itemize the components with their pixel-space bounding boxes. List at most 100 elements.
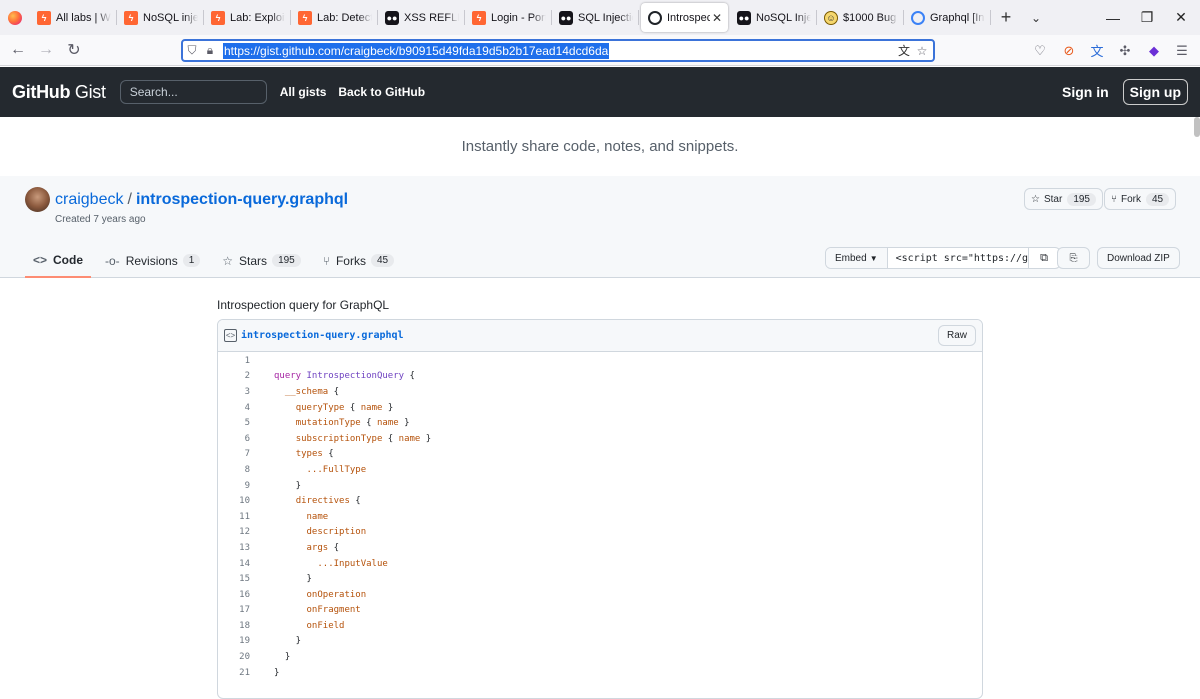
- tab-6[interactable]: ●● SQL Injection: [552, 0, 639, 35]
- embed-dropdown[interactable]: Embed ▼: [826, 248, 888, 268]
- translate-page-icon[interactable]: 文: [895, 42, 913, 59]
- line-number[interactable]: 6: [218, 434, 258, 444]
- line-number[interactable]: 3: [218, 387, 258, 397]
- github-favicon-icon: [648, 10, 662, 25]
- line-number[interactable]: 21: [218, 668, 258, 678]
- raw-button[interactable]: Raw: [937, 325, 976, 346]
- tab-1[interactable]: ϟ NoSQL injection: [117, 0, 204, 35]
- pocket-icon[interactable]: ♡: [1026, 35, 1054, 66]
- line-number[interactable]: 13: [218, 543, 258, 553]
- extension-block-icon[interactable]: ⊘: [1055, 35, 1083, 66]
- tab-list: ϟ All labs | Web ϟ NoSQL injection ϟ Lab: Exp…: [30, 0, 991, 35]
- line-content: directives {: [295, 496, 361, 507]
- close-window-icon[interactable]: ✕: [1162, 0, 1200, 35]
- forward-arrow-icon[interactable]: →: [32, 36, 60, 64]
- url-text[interactable]: https://gist.github.com/craigbeck/b90915…: [223, 42, 610, 59]
- back-arrow-icon[interactable]: ←: [4, 36, 32, 64]
- tab-stars[interactable]: ☆ Stars 195: [214, 243, 308, 278]
- copy-icon[interactable]: ⧉: [1027, 248, 1060, 268]
- code-line: 19 }: [218, 634, 982, 650]
- bookmark-star-icon[interactable]: ☆: [913, 44, 931, 58]
- tab-code[interactable]: <> Code: [25, 243, 92, 278]
- owner-link[interactable]: craigbeck: [55, 191, 123, 208]
- minimize-window-icon[interactable]: —: [1094, 0, 1132, 35]
- tab-forks[interactable]: ⑂ Forks 45: [315, 243, 402, 278]
- line-number[interactable]: 1: [218, 356, 258, 366]
- tracking-shield-icon[interactable]: ⛉: [183, 43, 201, 58]
- sign-up-button[interactable]: Sign up: [1122, 79, 1188, 105]
- line-content: }: [274, 667, 280, 678]
- tab-0[interactable]: ϟ All labs | Web: [30, 0, 117, 35]
- line-number[interactable]: 11: [218, 512, 258, 522]
- tab-2[interactable]: ϟ Lab: Exploiting: [204, 0, 291, 35]
- line-number[interactable]: 10: [218, 496, 258, 506]
- commit-icon: -o-: [105, 253, 120, 268]
- triangle-down-icon: ▼: [869, 253, 878, 263]
- tab-revisions[interactable]: -o- Revisions 1: [97, 243, 208, 278]
- download-zip-button[interactable]: Download ZIP: [1097, 247, 1180, 269]
- restore-window-icon[interactable]: ❐: [1128, 0, 1166, 35]
- line-content: onField: [306, 620, 345, 631]
- fork-button[interactable]: ⑂ Fork 45: [1104, 188, 1177, 210]
- line-number[interactable]: 16: [218, 590, 258, 600]
- line-number[interactable]: 9: [218, 481, 258, 491]
- code-line: 4 queryType { name }: [218, 400, 982, 416]
- line-number[interactable]: 20: [218, 652, 258, 662]
- open-desktop-icon[interactable]: ⎘: [1057, 247, 1090, 269]
- back-to-github-link[interactable]: Back to GitHub: [338, 85, 425, 99]
- close-tab-icon[interactable]: ✕: [712, 11, 722, 25]
- line-number[interactable]: 12: [218, 527, 258, 537]
- line-number[interactable]: 15: [218, 574, 258, 584]
- tab-5[interactable]: ϟ Login - PortS: [465, 0, 552, 35]
- tagline-banner: Instantly share code, notes, and snippet…: [461, 138, 739, 155]
- file-name-link[interactable]: introspection-query.graphql: [241, 330, 404, 341]
- line-content: types {: [295, 449, 334, 460]
- star-button[interactable]: ☆ Star 195: [1024, 188, 1103, 210]
- code-line: 1: [218, 353, 982, 369]
- code-line: 9 }: [218, 478, 982, 494]
- code-line: 16 onOperation: [218, 587, 982, 603]
- list-all-tabs-chevron-icon[interactable]: ⌄: [1021, 0, 1051, 35]
- line-number[interactable]: 7: [218, 449, 258, 459]
- url-bar[interactable]: ⛉ 🔒︎ https://gist.github.com/craigbeck/b…: [181, 39, 935, 62]
- github-gist-logo[interactable]: GitHub Gist: [12, 82, 106, 103]
- page-scrollbar[interactable]: [1194, 117, 1200, 137]
- avatar[interactable]: [25, 187, 50, 212]
- gist-search-input[interactable]: Search...: [119, 80, 267, 104]
- sign-in-link[interactable]: Sign in: [1062, 84, 1109, 100]
- tab-3[interactable]: ϟ Lab: Detecting: [291, 0, 378, 35]
- file-header: <> introspection-query.graphql Raw: [218, 320, 982, 352]
- fork-count: 45: [1146, 192, 1170, 206]
- line-number[interactable]: 5: [218, 418, 258, 428]
- portswigger-favicon-icon: ϟ: [298, 10, 312, 25]
- tab-8[interactable]: ●● NoSQL Inject: [730, 0, 817, 35]
- all-gists-link[interactable]: All gists: [280, 85, 327, 99]
- line-number[interactable]: 4: [218, 403, 258, 413]
- extension-translate-icon[interactable]: 文: [1083, 35, 1111, 66]
- line-number[interactable]: 14: [218, 559, 258, 569]
- app-menu-hamburger-icon[interactable]: ☰: [1168, 35, 1196, 66]
- fork-icon: ⑂: [1111, 193, 1117, 205]
- tab-10[interactable]: Graphql [Inp: [904, 0, 991, 35]
- extension-badge-icon[interactable]: ◆: [1140, 35, 1168, 66]
- firefox-menu-button[interactable]: [0, 0, 30, 35]
- line-number[interactable]: 19: [218, 636, 258, 646]
- line-number[interactable]: 18: [218, 621, 258, 631]
- tab-7[interactable]: Introspect✕: [641, 3, 728, 32]
- tab-4[interactable]: ●● XSS REFLECTED: [378, 0, 465, 35]
- code-listing: 1 2 query IntrospectionQuery {3 __schema {…: [218, 352, 982, 680]
- lock-icon[interactable]: 🔒︎: [201, 43, 219, 58]
- code-line: 20 }: [218, 649, 982, 665]
- line-content: description: [306, 527, 367, 538]
- embed-url-input[interactable]: <script src="https://gist: [888, 248, 1028, 268]
- line-number[interactable]: 8: [218, 465, 258, 475]
- reload-icon[interactable]: ↻: [60, 36, 88, 64]
- extensions-puzzle-icon[interactable]: ✣: [1111, 35, 1139, 66]
- new-tab-plus-icon[interactable]: +: [991, 0, 1021, 35]
- tab-9[interactable]: ☺ $1000 Bug u: [817, 0, 904, 35]
- line-content: }: [274, 652, 291, 663]
- gist-name-link[interactable]: introspection-query.graphql: [136, 191, 348, 208]
- line-number[interactable]: 17: [218, 605, 258, 615]
- tab-title: Lab: Exploiting: [230, 11, 285, 24]
- line-number[interactable]: 2: [218, 371, 258, 381]
